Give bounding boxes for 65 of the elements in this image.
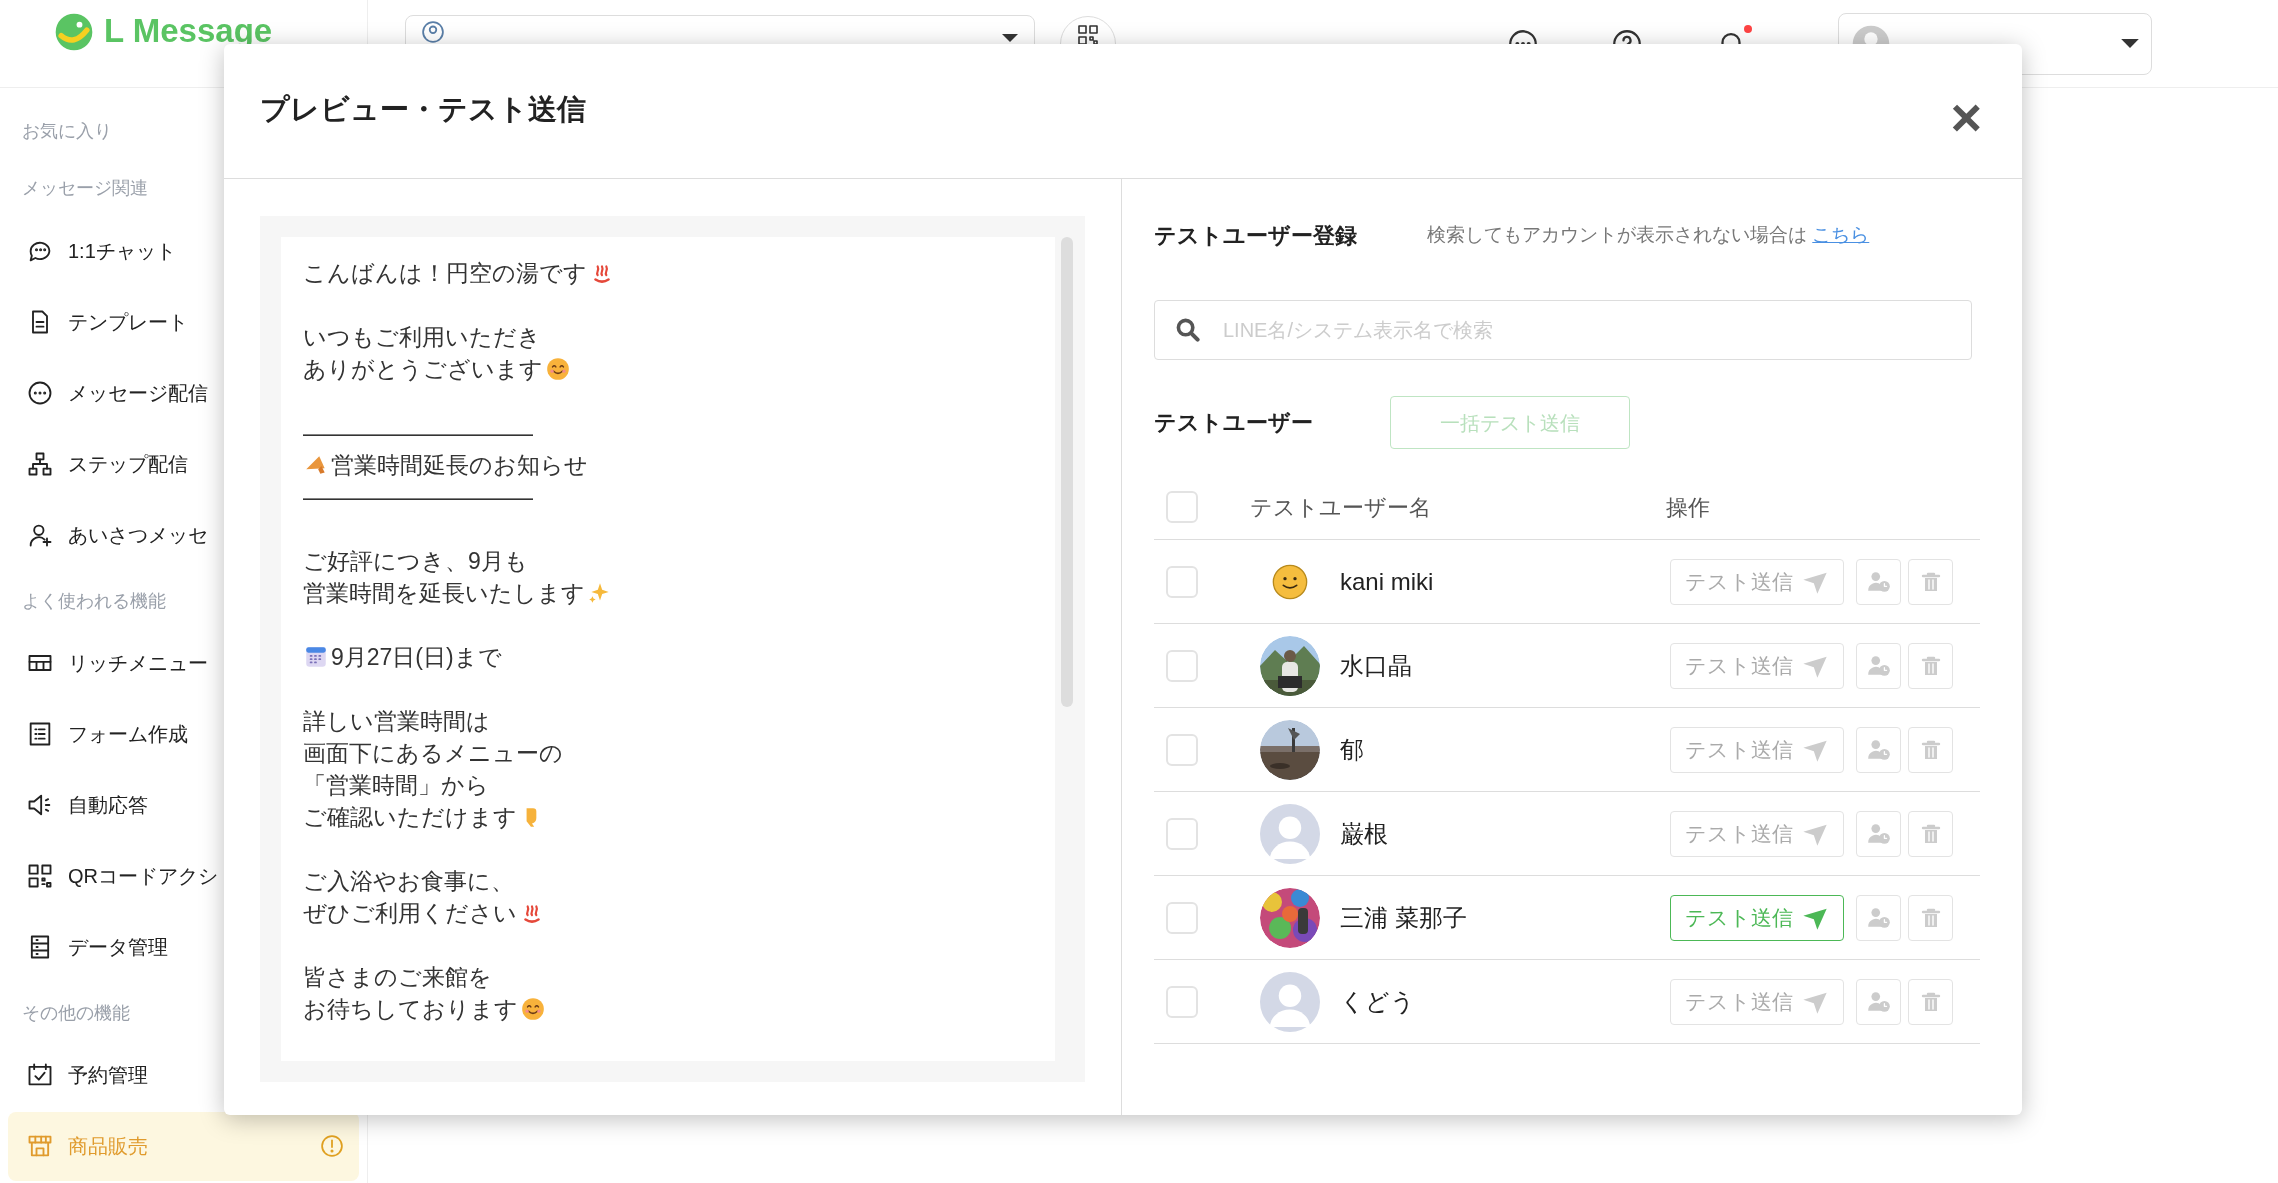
user-name: くどう bbox=[1340, 986, 1416, 1017]
dialog-title: プレビュー・テスト送信 bbox=[260, 92, 586, 127]
message-line: ―――――――――― bbox=[303, 483, 533, 512]
checkbox[interactable] bbox=[1166, 733, 1198, 766]
message-line: ありがとうございます bbox=[303, 355, 543, 384]
user-name: kani miki bbox=[1340, 566, 1435, 597]
default-avatar-icon bbox=[1260, 971, 1320, 1032]
user-name: 三浦 菜那子 bbox=[1340, 902, 1468, 933]
checkbox[interactable] bbox=[1166, 649, 1198, 682]
checkbox[interactable] bbox=[1166, 817, 1198, 850]
checkbox[interactable] bbox=[1166, 491, 1198, 523]
checkbox[interactable] bbox=[1166, 985, 1198, 1018]
scrollbar-thumb[interactable] bbox=[1061, 237, 1073, 707]
column-header: 操作 bbox=[1666, 493, 1710, 522]
message-line: 詳しい営業時間は bbox=[303, 707, 490, 736]
message-line: お待ちしております bbox=[303, 995, 518, 1024]
delete-button[interactable] bbox=[1908, 894, 1953, 941]
message-line: いつもご利用いただき bbox=[303, 323, 541, 352]
user-schedule-button[interactable] bbox=[1856, 726, 1901, 773]
search-icon bbox=[1176, 318, 1200, 342]
user-schedule-button[interactable] bbox=[1856, 558, 1901, 605]
delete-button[interactable] bbox=[1908, 642, 1953, 689]
user-name: 巌根 bbox=[1340, 818, 1389, 849]
caret-icon bbox=[2121, 38, 2139, 49]
account-icon bbox=[422, 20, 444, 43]
message-line: 営業時間延長のお知らせ bbox=[331, 451, 588, 480]
checkbox[interactable] bbox=[1166, 565, 1198, 598]
delete-button[interactable] bbox=[1908, 810, 1953, 857]
user-schedule-button[interactable] bbox=[1856, 642, 1901, 689]
message-line: ご確認いただけます bbox=[303, 803, 517, 832]
logo-text: L Message bbox=[104, 14, 273, 47]
smiley-icon bbox=[545, 356, 571, 382]
delete-button[interactable] bbox=[1908, 726, 1953, 773]
smiley-icon bbox=[520, 996, 546, 1022]
user-schedule-button[interactable] bbox=[1856, 978, 1901, 1025]
message-line: こんばんは！円空の湯です bbox=[303, 259, 587, 288]
section-label: よく使われる機能 bbox=[22, 589, 166, 613]
message-line: 皆さまのご来館を bbox=[303, 963, 492, 992]
message-line: ご好評につき、9月も bbox=[303, 547, 528, 576]
user-name: 水口晶 bbox=[1340, 650, 1413, 681]
default-avatar-icon bbox=[1260, 803, 1320, 864]
delete-button[interactable] bbox=[1908, 978, 1953, 1025]
qr-icon bbox=[1078, 24, 1098, 45]
section-label: メッセージ関連 bbox=[22, 177, 148, 201]
section-title: テストユーザー登録 bbox=[1154, 221, 1357, 250]
calendar-icon bbox=[303, 644, 329, 670]
message-line: 9月27日(日)まで bbox=[331, 643, 502, 672]
close-button[interactable]: × bbox=[1950, 90, 1982, 144]
column-header: テストユーザー名 bbox=[1250, 493, 1432, 522]
message-line: ご入浴やお食事に、 bbox=[303, 867, 514, 896]
delete-button[interactable] bbox=[1908, 558, 1953, 605]
section-label: お気に入り bbox=[22, 120, 112, 144]
section-label: その他の機能 bbox=[22, 1001, 130, 1025]
message-line: 画面下にあるメニューの bbox=[303, 739, 563, 768]
user-schedule-button[interactable] bbox=[1856, 810, 1901, 857]
message-line: 「営業時間」から bbox=[303, 771, 489, 800]
message-line: ぜひご利用ください bbox=[303, 899, 517, 928]
help-note: 検索してもアカウントが表示されない場合は こちら bbox=[1427, 222, 1870, 247]
checkbox[interactable] bbox=[1166, 901, 1198, 934]
user-schedule-button[interactable] bbox=[1856, 894, 1901, 941]
user-name: 郁 bbox=[1340, 734, 1365, 765]
sidebar-item[interactable]: 予約管理 bbox=[8, 1040, 359, 1110]
section-title: テストユーザー bbox=[1154, 409, 1314, 437]
message-line: 営業時間を延長いたします bbox=[303, 579, 585, 608]
message-line: ―――――――――― bbox=[303, 419, 533, 448]
